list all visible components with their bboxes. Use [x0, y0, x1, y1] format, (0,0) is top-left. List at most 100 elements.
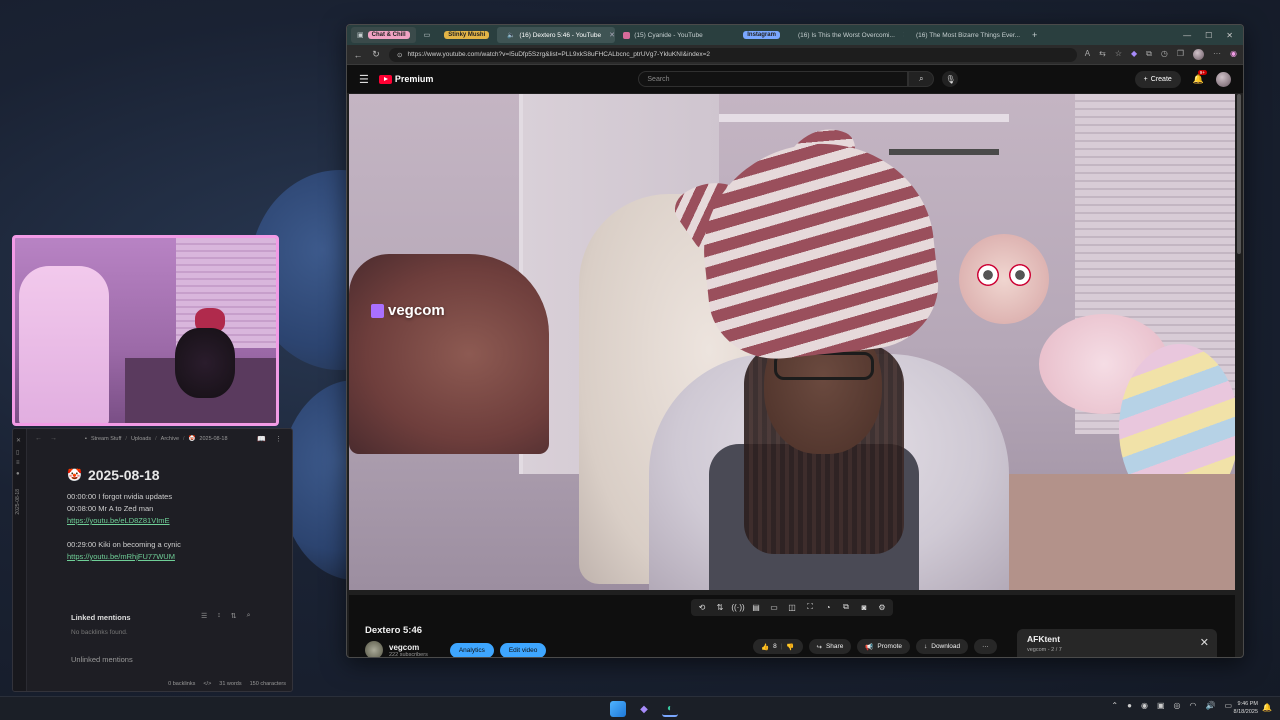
edge-browser-icon[interactable]: ◐ — [662, 701, 678, 717]
youtube-play-icon — [378, 74, 392, 84]
more-options-icon[interactable]: ⋮ — [275, 435, 282, 443]
search-icon[interactable]: ⌕ — [908, 71, 935, 87]
obsidian-app-icon[interactable]: ◆ — [636, 701, 652, 717]
note-body[interactable]: 00:00:00 I forgot nvidia updates 00:08:0… — [67, 491, 277, 563]
expand-icon[interactable]: ↕ — [217, 612, 221, 620]
maximize-icon[interactable]: ☐ — [1205, 31, 1212, 40]
avatar-dot-icon[interactable]: ● — [16, 471, 20, 477]
breadcrumb-item[interactable]: Stream Stuff — [91, 436, 121, 442]
screenshot-icon[interactable]: ◙ — [857, 601, 871, 614]
back-icon[interactable]: ← — [35, 435, 42, 442]
download-button[interactable]: ↓ Download — [916, 639, 969, 654]
cinema-icon[interactable]: ▤ — [749, 601, 763, 614]
reading-view-icon[interactable]: 📖 — [257, 435, 266, 443]
like-button[interactable]: 👍 8 | 👎 — [753, 639, 803, 654]
channel-name[interactable]: vegcom — [389, 643, 428, 652]
browser-window: ▣ Chat & Chill ▭ Stinky Mushi 🔈 (16) Dex… — [346, 24, 1244, 658]
audio-wave-icon[interactable]: ((·)) — [731, 601, 745, 614]
volume-icon[interactable]: 🔊 — [1205, 701, 1215, 710]
split-screen-icon[interactable]: ⧉ — [1146, 49, 1152, 60]
search-input[interactable]: Search — [638, 71, 909, 87]
close-icon[interactable]: ✕ — [1200, 636, 1209, 649]
search-icon[interactable]: ⌕ — [247, 612, 251, 620]
tray-app-icon[interactable]: ● — [1127, 701, 1132, 710]
copilot-icon[interactable]: ◉ — [1230, 49, 1237, 60]
tab-group-instagram[interactable]: Instagram — [737, 27, 786, 43]
more-actions-button[interactable]: ··· — [974, 639, 997, 654]
edit-video-button[interactable]: Edit video — [499, 642, 547, 657]
analytics-button[interactable]: Analytics — [449, 642, 494, 657]
chevron-up-icon[interactable]: ⌃ — [1111, 701, 1118, 710]
video-player[interactable]: vegcom — [349, 94, 1235, 590]
tab-dextero[interactable]: 🔈 (16) Dextero 5:46 - YouTube ✕ — [497, 27, 616, 43]
translate-icon[interactable]: ⇆ — [1099, 49, 1106, 60]
linked-mentions-heading[interactable]: Linked mentions — [71, 613, 131, 622]
promote-button[interactable]: 📢 Promote — [857, 639, 910, 654]
settings-gear-icon[interactable]: ⚙ — [875, 601, 889, 614]
tray-app-icon[interactable]: ◉ — [1141, 701, 1148, 710]
breadcrumb: ▪ Stream Stuff / Uploads / Archive / 🤡 2… — [85, 436, 228, 442]
speed-icon[interactable]: ◔ — [821, 601, 835, 614]
fullscreen-icon[interactable]: ⛶ — [803, 601, 817, 614]
sort-icon[interactable]: ⇅ — [231, 612, 237, 620]
close-icon[interactable]: ✕ — [609, 31, 615, 39]
popout-icon[interactable]: ⧉ — [839, 601, 853, 614]
share-button[interactable]: ↪ Share — [808, 639, 852, 654]
tray-app-icon[interactable]: ▣ — [1157, 701, 1165, 710]
list-icon[interactable]: ☰ — [201, 612, 207, 620]
url-field[interactable]: ⊙ https://www.youtube.com/watch?v=I5uDfp… — [389, 47, 1077, 62]
channel-avatar[interactable] — [365, 641, 383, 657]
microphone-icon[interactable]: 🎙 — [942, 71, 959, 87]
close-icon[interactable]: ✕ — [903, 31, 904, 39]
minimize-icon[interactable]: — — [1183, 31, 1191, 40]
breadcrumb-item[interactable]: Uploads — [131, 436, 151, 442]
note-link[interactable]: https://youtu.be/eLD8Z81VImE — [67, 515, 277, 527]
wifi-icon[interactable]: ◠ — [1189, 701, 1196, 710]
notes-status-bar: 0 backlinks </> 31 words 150 characters — [168, 681, 286, 687]
create-button[interactable]: + Create — [1134, 70, 1181, 88]
sort-icon[interactable]: ⇅ — [713, 601, 727, 614]
close-icon[interactable]: ✕ — [16, 437, 21, 444]
playlist-panel[interactable]: AFKtent vegcom - 2 / 7 ✕ — [1017, 629, 1217, 657]
menu-icon[interactable]: ☰ — [359, 73, 369, 86]
read-aloud-icon[interactable]: A — [1085, 49, 1090, 60]
profile-avatar[interactable] — [1193, 49, 1205, 60]
thumbs-down-icon[interactable]: 👎 — [786, 643, 794, 651]
note-blank-line — [67, 527, 277, 539]
note-link[interactable]: https://youtu.be/mRhjFU77WUM — [67, 551, 277, 563]
refresh-icon[interactable]: ↻ — [371, 49, 381, 60]
miniplayer-icon[interactable]: ◫ — [785, 601, 799, 614]
notification-center-icon[interactable]: 🔔 — [1262, 703, 1272, 712]
page-scrollbar[interactable] — [1237, 94, 1241, 254]
favorite-star-icon[interactable]: ☆ — [1115, 49, 1122, 60]
extension-icon[interactable]: ◆ — [1131, 49, 1137, 60]
loop-icon[interactable]: ⟲ — [695, 601, 709, 614]
forward-icon[interactable]: → — [50, 435, 57, 442]
tab-group-chat-and-chill[interactable]: ▣ Chat & Chill — [351, 27, 416, 43]
breadcrumb-item[interactable]: Archive — [161, 436, 179, 442]
start-windows-icon[interactable] — [610, 701, 626, 717]
back-icon[interactable]: ← — [353, 50, 363, 60]
tag-icon[interactable]: ≡ — [16, 460, 20, 466]
account-avatar[interactable] — [1216, 71, 1231, 87]
favorites-icon[interactable]: ❐ — [1177, 49, 1184, 60]
webcam-person — [175, 328, 235, 398]
tab-page-icon[interactable]: ▭ — [418, 27, 437, 43]
tab-worst-overcoming[interactable]: (16) Is This the Worst Overcomi... ✕ — [788, 27, 904, 43]
tab-cyanide[interactable]: (15) Cyanide - YouTube — [617, 27, 735, 43]
share-label: Share — [825, 643, 844, 650]
youtube-logo[interactable]: Premium — [378, 74, 433, 84]
notifications-bell-icon[interactable]: 🔔 9+ — [1193, 69, 1207, 85]
more-menu-icon[interactable]: ··· — [1213, 49, 1221, 60]
headset-icon[interactable]: ◎ — [1174, 701, 1181, 710]
new-tab-button[interactable]: + — [1026, 27, 1043, 43]
file-icon[interactable]: ▯ — [16, 449, 19, 456]
tab-group-stinky-mushi[interactable]: Stinky Mushi — [438, 27, 495, 43]
theater-icon[interactable]: ▭ — [767, 601, 781, 614]
history-icon[interactable]: ◷ — [1161, 49, 1168, 60]
battery-icon[interactable]: ▭ — [1224, 701, 1232, 710]
taskbar-clock[interactable]: 9:46 PM 8/18/2025 — [1234, 700, 1258, 716]
tab-bizarre-things[interactable]: (16) The Most Bizarre Things Ever... ✕ — [906, 27, 1024, 43]
unlinked-mentions-heading[interactable]: Unlinked mentions — [71, 655, 133, 664]
close-window-icon[interactable]: ✕ — [1226, 31, 1233, 40]
